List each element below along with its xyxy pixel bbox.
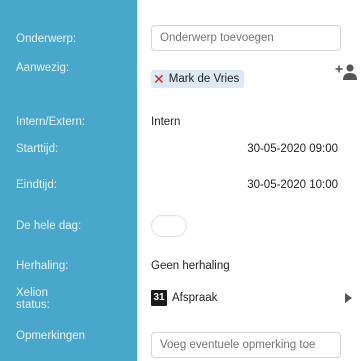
end-label: Eindtijd: [16, 179, 57, 191]
appointment-form: Onderwerp: Aanwezig: ✕ Mark de Vries Int… [0, 0, 360, 361]
present-label: Aanwezig: [16, 62, 70, 74]
attendee-chip[interactable]: ✕ Mark de Vries [151, 70, 245, 88]
subject-label: Onderwerp: [16, 33, 77, 45]
status-label-line2: status: [16, 299, 50, 311]
all-day-toggle[interactable] [151, 215, 187, 237]
remarks-label: Opmerkingen [16, 330, 86, 342]
all-day-label: De hele dag: [16, 220, 82, 232]
start-label: Starttijd: [16, 143, 59, 155]
status-label-line1: Xelion [16, 287, 48, 299]
internal-external-label: Intern/Extern: [16, 116, 86, 128]
repeat-label: Herhaling: [16, 260, 69, 272]
internal-external-value[interactable]: Intern [151, 116, 180, 128]
calendar-icon: 31 [151, 290, 167, 306]
status-value[interactable]: Afspraak [172, 292, 217, 304]
remarks-input[interactable] [151, 332, 341, 358]
subject-input[interactable] [151, 25, 341, 51]
end-datetime[interactable]: 30-05-2020 10:00 [247, 179, 338, 191]
remove-attendee-icon[interactable]: ✕ [153, 70, 165, 88]
chevron-right-icon[interactable] [345, 293, 352, 303]
attendee-name: Mark de Vries [168, 73, 240, 85]
start-datetime[interactable]: 30-05-2020 09:00 [247, 143, 338, 155]
add-person-icon[interactable] [335, 64, 359, 80]
repeat-value[interactable]: Geen herhaling [151, 260, 230, 272]
